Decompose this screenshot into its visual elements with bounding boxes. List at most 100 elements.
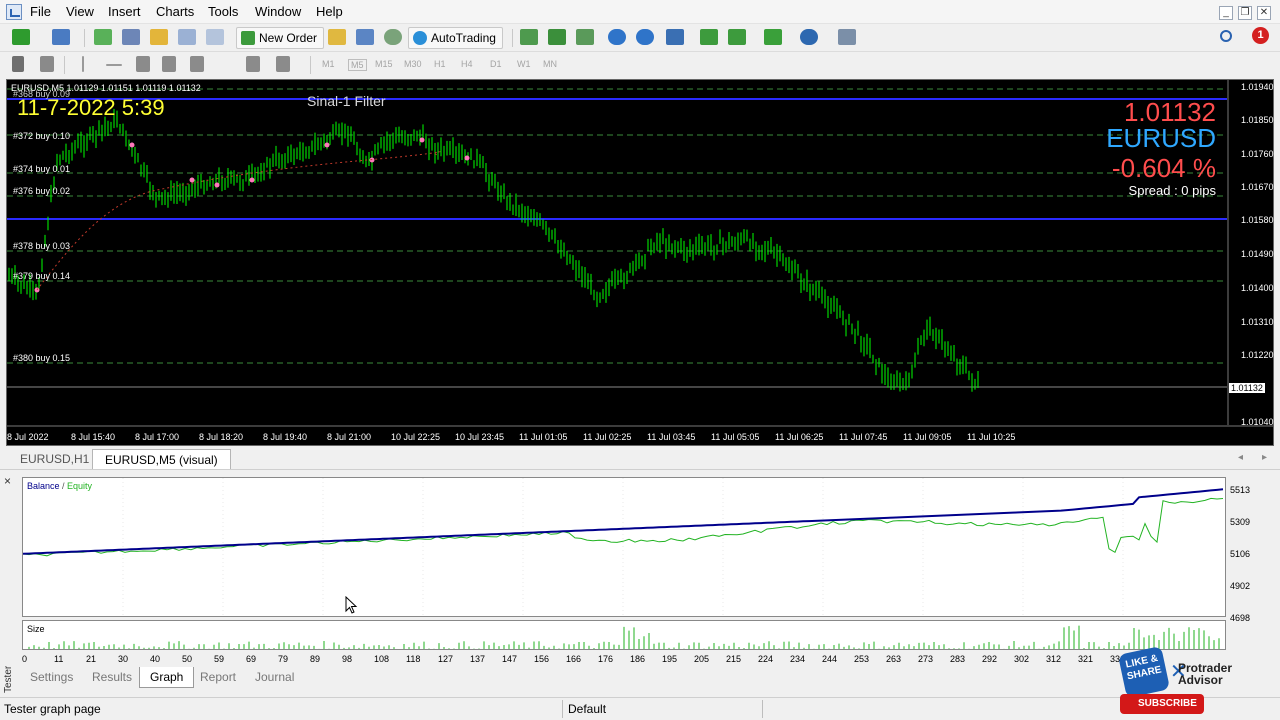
timeframe-h4[interactable]: H4	[461, 59, 473, 69]
app-icon	[6, 4, 22, 20]
search-icon[interactable]	[1220, 30, 1232, 42]
minimize-icon[interactable]: _	[1219, 6, 1233, 20]
channel-watermark: LIKE & SHARE SUBSCRIBE ✕ Protrader Advis…	[1117, 645, 1280, 716]
cursor-icon[interactable]	[12, 56, 24, 72]
vertical-line-icon[interactable]	[82, 56, 84, 72]
price-axis-label: 1.01220	[1241, 350, 1274, 360]
menu-insert[interactable]: Insert	[108, 4, 141, 19]
crosshair-icon[interactable]	[40, 56, 54, 72]
y-axis-label: 5309	[1230, 517, 1251, 527]
timeframe-mn[interactable]: MN	[543, 59, 557, 69]
autotrading-button[interactable]: AutoTrading	[408, 27, 503, 49]
tab-eurusd-h1[interactable]: EURUSD,H1	[8, 449, 101, 469]
overlay-spread: Spread : 0 pips	[1128, 183, 1216, 198]
menu-help[interactable]: Help	[316, 4, 343, 19]
x-axis-label: 11	[54, 654, 64, 664]
navigator-icon[interactable]	[150, 29, 168, 45]
metaeditor-icon[interactable]	[328, 29, 346, 45]
x-axis-label: 234	[790, 654, 806, 664]
menu-charts[interactable]: Charts	[156, 4, 194, 19]
y-axis-label: 5513	[1230, 485, 1251, 495]
zoom-in-icon[interactable]	[608, 29, 626, 45]
profiles-icon[interactable]	[52, 29, 70, 45]
timeframe-d1[interactable]: D1	[490, 59, 502, 69]
strategy-tester-icon[interactable]	[206, 29, 224, 45]
time-axis-label: 10 Jul 22:25	[391, 432, 441, 442]
expert-advisor-name: Sinal-1 Filter	[307, 93, 386, 109]
x-axis-label: 21	[86, 654, 97, 664]
new-order-button[interactable]: New Order	[236, 27, 325, 49]
tab-settings[interactable]: Settings	[20, 667, 83, 688]
timeframe-m15[interactable]: M15	[375, 59, 393, 69]
timeframe-h1[interactable]: H1	[434, 59, 446, 69]
x-axis-label: 283	[950, 654, 966, 664]
horizontal-line-icon[interactable]	[106, 64, 122, 66]
menu-file[interactable]: File	[30, 4, 51, 19]
timeframe-m1[interactable]: M1	[322, 59, 335, 69]
x-axis-label: 147	[502, 654, 518, 664]
tab-results[interactable]: Results	[82, 667, 142, 688]
tab-eurusd-m5-visual[interactable]: EURUSD,M5 (visual)	[92, 449, 231, 469]
print-icon[interactable]	[356, 29, 374, 45]
bar-chart-icon[interactable]	[520, 29, 538, 45]
terminal-icon[interactable]	[178, 29, 196, 45]
fibonacci-icon[interactable]	[190, 56, 204, 72]
restore-icon[interactable]: ❐	[1238, 6, 1252, 20]
tester-close-icon[interactable]: ×	[4, 474, 11, 488]
x-axis-label: 69	[246, 654, 257, 664]
strategy-tester-panel: × Tester Balance / Equity 5513 5309 5106…	[0, 471, 1280, 696]
tile-windows-icon[interactable]	[666, 29, 684, 45]
x-axis-label: 195	[662, 654, 678, 664]
periods-icon[interactable]	[800, 29, 818, 45]
tab-report[interactable]: Report	[190, 667, 246, 688]
arrows-icon[interactable]	[276, 56, 290, 72]
mouse-cursor-icon	[345, 596, 358, 614]
price-chart[interactable]: EURUSD,M5 1.01129 1.01151 1.01119 1.0113…	[6, 79, 1274, 446]
notification-badge[interactable]: 1	[1252, 27, 1269, 44]
line-chart-icon[interactable]	[576, 29, 594, 45]
timeframe-m30[interactable]: M30	[404, 59, 422, 69]
signals-icon[interactable]	[384, 29, 402, 45]
close-icon[interactable]: ✕	[1257, 6, 1271, 20]
tab-scroll-left-icon[interactable]: ◂	[1238, 452, 1243, 463]
x-axis-label: 244	[822, 654, 838, 664]
text-label-icon[interactable]	[246, 56, 260, 72]
status-bar: Tester graph page Default	[0, 697, 1280, 720]
trade-marker	[324, 142, 330, 148]
overlay-change: -0.604 %	[1111, 153, 1216, 183]
tab-journal[interactable]: Journal	[245, 667, 304, 688]
chart-shift-icon[interactable]	[728, 29, 746, 45]
y-axis-label: 5106	[1230, 549, 1251, 559]
new-chart-icon[interactable]	[12, 29, 30, 45]
timeframe-m5[interactable]: M5	[348, 59, 367, 71]
zoom-out-icon[interactable]	[636, 29, 654, 45]
tab-graph[interactable]: Graph	[139, 667, 195, 688]
menu-window[interactable]: Window	[255, 4, 301, 19]
x-axis-label: 0	[22, 654, 28, 664]
order-label: #379 buy 0.14	[13, 271, 71, 281]
trendline-icon[interactable]	[136, 56, 150, 72]
trade-marker	[249, 177, 255, 183]
menu-view[interactable]: View	[66, 4, 94, 19]
price-axis-label: 1.01670	[1241, 182, 1274, 192]
candlestick-icon[interactable]	[548, 29, 566, 45]
x-axis-label: 127	[438, 654, 454, 664]
data-window-icon[interactable]	[122, 29, 140, 45]
auto-scroll-icon[interactable]	[700, 29, 718, 45]
tab-scroll-right-icon[interactable]: ▸	[1262, 452, 1267, 463]
menu-tools[interactable]: Tools	[208, 4, 238, 19]
price-axis-label: 1.01400	[1241, 283, 1274, 293]
time-axis-label: 11 Jul 09:05	[903, 432, 952, 442]
time-axis-label: 8 Jul 19:40	[263, 432, 308, 442]
channel-icon[interactable]	[162, 56, 176, 72]
timeframe-w1[interactable]: W1	[517, 59, 531, 69]
templates-icon[interactable]	[838, 29, 856, 45]
market-watch-icon[interactable]	[94, 29, 112, 45]
chart-tab-bar: EURUSD,H1 EURUSD,M5 (visual) ◂ ▸	[0, 448, 1280, 470]
trade-marker	[419, 137, 425, 143]
current-price-tag: 1.01132	[1229, 383, 1265, 393]
x-axis-label: 273	[918, 654, 934, 664]
trade-marker	[464, 155, 470, 161]
indicators-icon[interactable]	[764, 29, 782, 45]
graph-legend: Balance / Equity	[27, 481, 92, 491]
